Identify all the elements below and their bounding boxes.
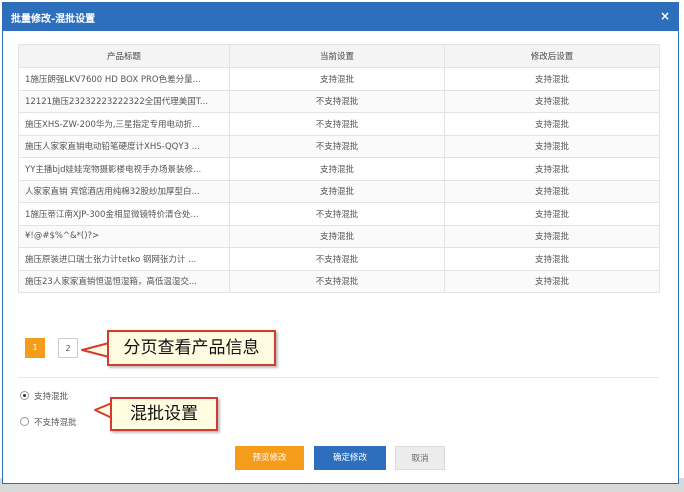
radio-unchecked-icon [20, 417, 29, 426]
current-setting-cell: 不支持混批 [229, 269, 445, 293]
product-title-cell: 施压人家家直销电动铅笔硬度计XHS-QQY3 ... [18, 134, 230, 158]
table-row: 人家家直销 宾馆酒店用纯棉32股纱加厚型白... 支持混批 支持混批 [18, 179, 660, 203]
page-button-2[interactable]: 2 [58, 338, 78, 358]
current-setting-cell: 支持混批 [229, 67, 445, 91]
current-setting-cell: 不支持混批 [229, 112, 445, 136]
divider [18, 377, 659, 378]
table-row: YY主播bjd娃娃宠物摄影楼电视手办场景装修... 支持混批 支持混批 [18, 157, 660, 181]
page-button-1[interactable]: 1 [25, 338, 45, 358]
product-title-cell: 人家家直销 宾馆酒店用纯棉32股纱加厚型白... [18, 179, 230, 203]
product-title-cell: 1施压蒂江南XJP-300金相显微镜特价清仓处... [18, 202, 230, 226]
product-title-cell: YY主播bjd娃娃宠物摄影楼电视手办场景装修... [18, 157, 230, 181]
modified-setting-cell: 支持混批 [444, 67, 660, 91]
table-header-row: 产品标题 当前设置 修改后设置 [18, 44, 660, 68]
product-title-cell: 施压23人家家直销恒温恒湿箱，高低温湿交... [18, 269, 230, 293]
current-setting-cell: 支持混批 [229, 224, 445, 248]
product-title-cell: 1施压朗强LKV7600 HD BOX PRO色差分量... [18, 67, 230, 91]
modified-setting-cell: 支持混批 [444, 202, 660, 226]
product-title-cell: 施压原装进口瑞士张力计tetko 钢网张力计 ... [18, 247, 230, 271]
current-setting-cell: 不支持混批 [229, 134, 445, 158]
modified-setting-cell: 支持混批 [444, 247, 660, 271]
table-row: ¥!@#$%^&*()?> 支持混批 支持混批 [18, 224, 660, 248]
table-row: 施压XHS-ZW-200华为,三星指定专用电动折... 不支持混批 支持混批 [18, 112, 660, 136]
table-row: 1施压朗强LKV7600 HD BOX PRO色差分量... 支持混批 支持混批 [18, 67, 660, 91]
modified-setting-cell: 支持混批 [444, 89, 660, 113]
modified-setting-cell: 支持混批 [444, 157, 660, 181]
table-row: 施压人家家直销电动铅笔硬度计XHS-QQY3 ... 不支持混批 支持混批 [18, 134, 660, 158]
product-title-cell: 12121施压23232223222322全国代理美国T... [18, 89, 230, 113]
confirm-button[interactable]: 确定修改 [314, 446, 386, 470]
column-header-title: 产品标题 [18, 44, 230, 68]
column-header-modified: 修改后设置 [444, 44, 660, 68]
cancel-button[interactable]: 取消 [395, 446, 445, 470]
radio-support-mix[interactable]: 支持混批 [20, 390, 90, 404]
table-row: 施压原装进口瑞士张力计tetko 钢网张力计 ... 不支持混批 支持混批 [18, 247, 660, 271]
product-table: 产品标题 当前设置 修改后设置 1施压朗强LKV7600 HD BOX PRO色… [18, 44, 660, 293]
current-setting-cell: 支持混批 [229, 157, 445, 181]
current-setting-cell: 不支持混批 [229, 202, 445, 226]
modified-setting-cell: 支持混批 [444, 179, 660, 203]
table-row: 施压23人家家直销恒温恒湿箱，高低温湿交... 不支持混批 支持混批 [18, 269, 660, 293]
modified-setting-cell: 支持混批 [444, 134, 660, 158]
radio-no-support-mix[interactable]: 不支持混批 [20, 416, 100, 430]
table-row: 12121施压23232223222322全国代理美国T... 不支持混批 支持… [18, 89, 660, 113]
close-icon[interactable]: × [660, 9, 670, 23]
current-setting-cell: 不支持混批 [229, 247, 445, 271]
column-header-current: 当前设置 [229, 44, 445, 68]
table-row: 1施压蒂江南XJP-300金相显微镜特价清仓处... 不支持混批 支持混批 [18, 202, 660, 226]
radio-checked-icon [20, 391, 29, 400]
modified-setting-cell: 支持混批 [444, 269, 660, 293]
product-title-cell: 施压XHS-ZW-200华为,三星指定专用电动折... [18, 112, 230, 136]
radio-label-support: 支持混批 [34, 392, 69, 402]
preview-button[interactable]: 预览修改 [235, 446, 304, 470]
pagination-callout: 分页查看产品信息 [107, 330, 276, 366]
dialog-title: 批量修改-混批设置 [11, 14, 96, 25]
mix-setting-callout: 混批设置 [110, 397, 218, 431]
modified-setting-cell: 支持混批 [444, 112, 660, 136]
current-setting-cell: 不支持混批 [229, 89, 445, 113]
product-title-cell: ¥!@#$%^&*()?> [18, 224, 230, 248]
current-setting-cell: 支持混批 [229, 179, 445, 203]
dialog-titlebar: 批量修改-混批设置 × [3, 3, 678, 31]
radio-label-no-support: 不支持混批 [34, 418, 77, 428]
modified-setting-cell: 支持混批 [444, 224, 660, 248]
